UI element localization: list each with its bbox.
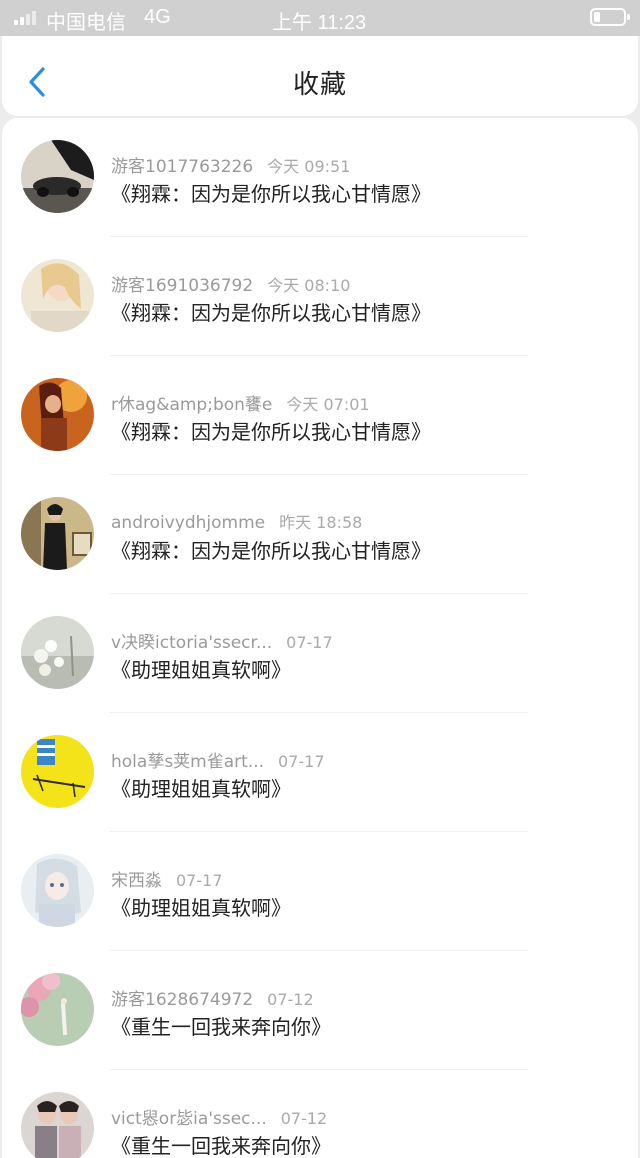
avatar[interactable]	[21, 854, 94, 927]
list-item[interactable]: 游客1691036792 今天 08:10 《翔霖：因为是你所以我心甘情愿》	[2, 237, 638, 356]
avatar[interactable]	[21, 259, 94, 332]
item-meta: 游客1628674972 07-12	[111, 985, 314, 1010]
username[interactable]: 宋西淼	[111, 866, 162, 891]
username[interactable]: r休ag&amp;bon饔e	[111, 390, 272, 415]
username[interactable]: androivydhjomme	[111, 513, 265, 533]
timestamp: 07-12	[267, 990, 314, 1009]
list-item[interactable]: 宋西淼 07-17 《助理姐姐真软啊》	[2, 832, 638, 951]
username[interactable]: vict惥or毖ia'ssec...	[111, 1104, 267, 1129]
timestamp: 07-17	[286, 633, 333, 652]
status-time: 上午 11:23	[272, 12, 367, 34]
avatar[interactable]	[21, 1092, 94, 1158]
list-item[interactable]: r休ag&amp;bon饔e 今天 07:01 《翔霖：因为是你所以我心甘情愿》	[2, 356, 638, 475]
list-item[interactable]: 游客1017763226 今天 09:51 《翔霖：因为是你所以我心甘情愿》	[2, 118, 638, 237]
post-title[interactable]: 《重生一回我来奔向你》	[111, 1011, 331, 1040]
username[interactable]: 游客1628674972	[111, 985, 253, 1010]
avatar[interactable]	[21, 973, 94, 1046]
status-bar: 中国电信 4G 上午 11:23	[0, 0, 640, 36]
avatar[interactable]	[21, 497, 94, 570]
item-meta: r休ag&amp;bon饔e 今天 07:01	[111, 390, 370, 415]
list-item[interactable]: v决睽ictoria'ssecr... 07-17 《助理姐姐真软啊》	[2, 594, 638, 713]
nav-bar: 收藏	[2, 36, 638, 116]
network-type: 4G	[144, 6, 171, 28]
favorites-list: 游客1017763226 今天 09:51 《翔霖：因为是你所以我心甘情愿》 游客…	[2, 118, 638, 1158]
item-meta: 宋西淼 07-17	[111, 866, 223, 891]
battery-icon	[590, 8, 630, 26]
page-title: 收藏	[292, 70, 347, 100]
username[interactable]: 游客1691036792	[111, 271, 253, 296]
timestamp: 07-12	[280, 1109, 328, 1128]
username[interactable]: hola孳s荚m雀art...	[111, 747, 264, 772]
item-meta: vict惥or毖ia'ssec... 07-12	[111, 1104, 327, 1129]
post-title[interactable]: 《助理姐姐真软啊》	[111, 773, 291, 802]
timestamp: 昨天 18:58	[279, 513, 363, 532]
signal-icon	[14, 11, 40, 25]
post-title[interactable]: 《翔霖：因为是你所以我心甘情愿》	[111, 178, 431, 207]
post-title[interactable]: 《助理姐姐真软啊》	[111, 654, 291, 683]
list-item[interactable]: hola孳s荚m雀art... 07-17 《助理姐姐真软啊》	[2, 713, 638, 832]
post-title[interactable]: 《重生一回我来奔向你》	[111, 1130, 331, 1158]
post-title[interactable]: 《助理姐姐真软啊》	[111, 892, 291, 921]
list-item[interactable]: 游客1628674972 07-12 《重生一回我来奔向你》	[2, 951, 638, 1070]
timestamp: 今天 07:01	[286, 395, 370, 414]
timestamp: 今天 09:51	[267, 157, 351, 176]
carrier-label: 中国电信	[46, 12, 126, 34]
timestamp: 今天 08:10	[267, 276, 351, 295]
post-title[interactable]: 《翔霖：因为是你所以我心甘情愿》	[111, 416, 431, 445]
item-meta: v决睽ictoria'ssecr... 07-17	[111, 628, 333, 653]
item-meta: hola孳s荚m雀art... 07-17	[111, 747, 325, 772]
avatar[interactable]	[21, 140, 94, 213]
timestamp: 07-17	[176, 871, 223, 890]
timestamp: 07-17	[278, 752, 325, 771]
item-meta: 游客1017763226 今天 09:51	[111, 152, 350, 177]
avatar[interactable]	[21, 735, 94, 808]
avatar[interactable]	[21, 378, 94, 451]
username[interactable]: 游客1017763226	[111, 152, 253, 177]
username[interactable]: v决睽ictoria'ssecr...	[111, 628, 272, 653]
list-item[interactable]: vict惥or毖ia'ssec... 07-12 《重生一回我来奔向你》	[2, 1070, 638, 1158]
battery-level	[594, 12, 600, 22]
item-meta: androivydhjomme 昨天 18:58	[111, 509, 362, 533]
item-meta: 游客1691036792 今天 08:10	[111, 271, 350, 296]
post-title[interactable]: 《翔霖：因为是你所以我心甘情愿》	[111, 535, 431, 564]
avatar[interactable]	[21, 616, 94, 689]
list-item[interactable]: androivydhjomme 昨天 18:58 《翔霖：因为是你所以我心甘情愿》	[2, 475, 638, 594]
post-title[interactable]: 《翔霖：因为是你所以我心甘情愿》	[111, 297, 431, 326]
